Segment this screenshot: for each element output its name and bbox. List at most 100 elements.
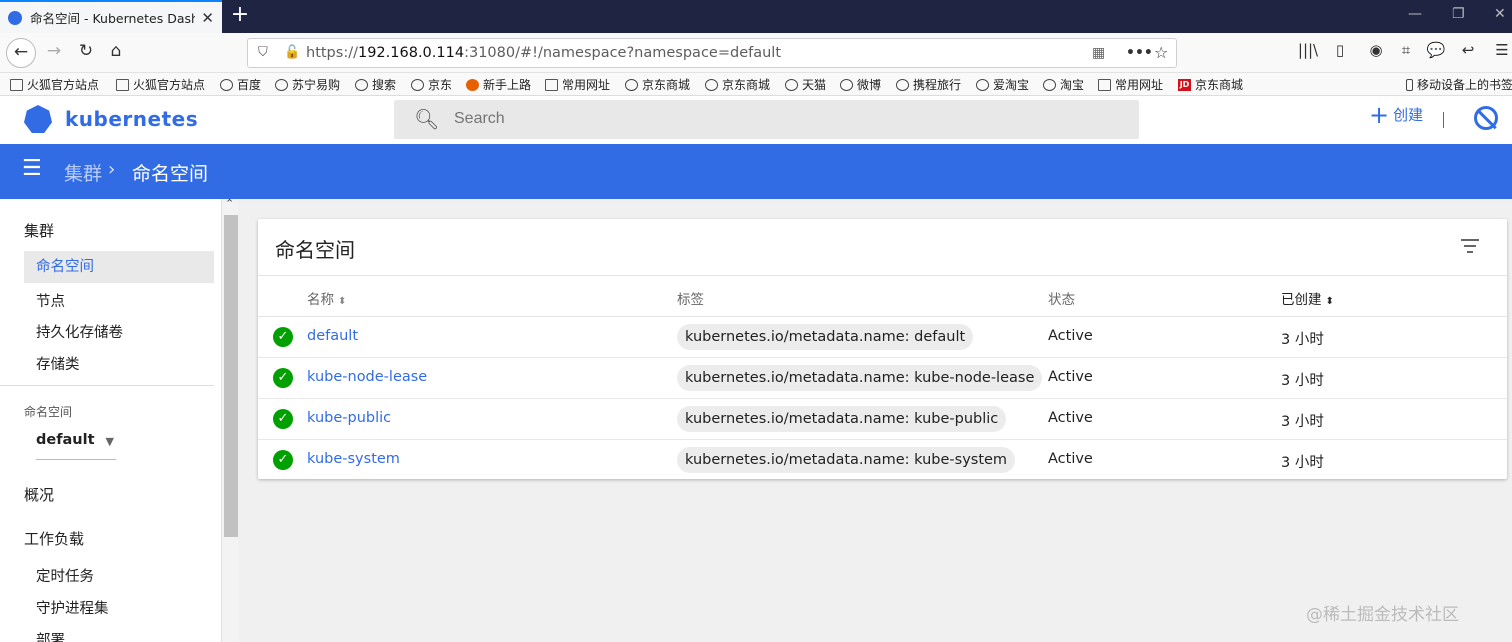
globe-icon [785, 78, 798, 91]
undo-icon[interactable]: ↩ [1456, 41, 1480, 59]
created-age: 3 小时 [1281, 332, 1324, 348]
plus-icon: + [1369, 100, 1390, 129]
back-arrow-icon[interactable]: ← [6, 38, 36, 68]
bookmark-item[interactable]: 京东商城 [625, 76, 690, 93]
library-icon[interactable]: |||\ [1296, 41, 1320, 59]
filter-list-icon[interactable] [1460, 239, 1480, 253]
bookmark-item[interactable]: 常用网址 [1098, 76, 1163, 93]
more-actions-icon[interactable]: ••• [1126, 39, 1153, 67]
globe-icon [275, 78, 288, 91]
table-row[interactable]: ✓ kube-node-lease kubernetes.io/metadata… [258, 358, 1507, 399]
chat-icon[interactable]: 💬 [1424, 41, 1448, 59]
bookmark-item[interactable]: 京东 [411, 76, 452, 93]
scrollbar-thumb[interactable] [224, 215, 238, 537]
qr-code-icon[interactable]: ▦ [1092, 39, 1105, 67]
sidebar-heading-cluster[interactable]: 集群 [24, 220, 54, 241]
minimize-icon[interactable]: — [1408, 6, 1422, 22]
created-age: 3 小时 [1281, 373, 1324, 389]
bookmark-item[interactable]: 京东商城 [705, 76, 770, 93]
sidebar-scrollbar[interactable]: ⌃ [222, 197, 238, 642]
scroll-up-arrow-icon[interactable]: ⌃ [225, 197, 234, 210]
forward-arrow-icon[interactable]: → [42, 41, 66, 61]
column-header-created[interactable]: 已创建 ⬍ [1281, 288, 1334, 308]
sidebar-item-cronjobs[interactable]: 定时任务 [36, 565, 94, 586]
mobile-bookmarks[interactable]: 移动设备上的书签 [1406, 76, 1512, 93]
globe-icon [625, 78, 638, 91]
bookmark-item[interactable]: 火狐官方站点 [10, 76, 99, 93]
logged-out-user-icon[interactable] [1474, 106, 1498, 130]
app-menu-icon[interactable]: ☰ [1490, 41, 1512, 59]
sidebar-item-daemonsets[interactable]: 守护进程集 [36, 597, 109, 618]
bookmarks-bar: 火狐官方站点 火狐官方站点 百度 苏宁易购 搜索 京东 新手上路 常用网址 京东… [0, 73, 1512, 96]
account-icon[interactable]: ◉ [1364, 41, 1388, 59]
firefox-icon [466, 78, 479, 91]
sidebar-item-overview[interactable]: 概况 [24, 484, 54, 505]
url-bar[interactable]: ⛉ 🔓 https://192.168.0.114:31080/#!/names… [247, 38, 1177, 68]
bookmark-item[interactable]: 火狐官方站点 [116, 76, 205, 93]
bookmark-item[interactable]: 天猫 [785, 76, 826, 93]
watermark: @稀土掘金技术社区 [1306, 605, 1459, 625]
column-header-status: 状态 [1048, 292, 1075, 308]
folder-icon [116, 78, 129, 91]
new-tab-plus-icon[interactable]: + [230, 2, 250, 27]
bookmark-item[interactable]: 携程旅行 [896, 76, 961, 93]
hamburger-menu-icon[interactable]: ☰ [22, 156, 42, 181]
bookmark-item[interactable]: 淘宝 [1043, 76, 1084, 93]
bookmark-item[interactable]: 爱淘宝 [976, 76, 1029, 93]
browser-tab-active[interactable]: 命名空间 - Kubernetes Dashb ✕ [0, 0, 222, 33]
search-icon: 🔍︎ [414, 107, 440, 131]
close-tab-icon[interactable]: ✕ [201, 9, 214, 27]
browser-tab-strip: 命名空间 - Kubernetes Dashb ✕ + — ❐ ✕ [0, 0, 1512, 33]
breadcrumb-cluster[interactable]: 集群 [64, 159, 102, 186]
globe-icon [355, 78, 368, 91]
column-header-labels: 标签 [677, 292, 704, 308]
table-row[interactable]: ✓ kube-public kubernetes.io/metadata.nam… [258, 399, 1507, 440]
jd-icon: JD [1178, 78, 1191, 91]
namespace-name-link[interactable]: default [307, 328, 358, 344]
bookmark-item[interactable]: 百度 [220, 76, 261, 93]
bookmark-item[interactable]: JD 京东商城 [1178, 76, 1243, 93]
sort-icon[interactable]: ⬍ [1326, 296, 1334, 307]
logo-text[interactable]: kubernetes [65, 107, 198, 131]
bookmark-item[interactable]: 新手上路 [466, 76, 531, 93]
tab-title: 命名空间 - Kubernetes Dashb [30, 11, 196, 26]
sidebar-item-storage-classes[interactable]: 存储类 [36, 353, 80, 374]
sidebar: 集群 命名空间 节点 持久化存储卷 存储类 命名空间 default ▼ 概况 … [0, 199, 222, 642]
search-box[interactable]: 🔍︎ [394, 100, 1139, 139]
namespace-selector[interactable]: default ▼ [36, 432, 116, 460]
mobile-device-icon [1406, 78, 1413, 91]
bookmark-item[interactable]: 常用网址 [545, 76, 610, 93]
status-text: Active [1048, 369, 1093, 385]
reload-icon[interactable]: ↻ [74, 41, 98, 61]
bookmark-item[interactable]: 苏宁易购 [275, 76, 340, 93]
screenshot-crop-icon[interactable]: ⌗ [1394, 41, 1418, 59]
sidebar-item-namespaces[interactable]: 命名空间 [24, 251, 214, 283]
kubernetes-logo-icon[interactable] [24, 105, 52, 133]
column-header-name[interactable]: 名称 ⬍ [307, 288, 346, 308]
restore-icon[interactable]: ❐ [1452, 6, 1465, 22]
namespace-selected-value: default [36, 432, 95, 448]
create-button[interactable]: + 创建 [1369, 100, 1423, 129]
table-row[interactable]: ✓ default kubernetes.io/metadata.name: d… [258, 317, 1507, 358]
sidebar-item-nodes[interactable]: 节点 [36, 290, 65, 311]
namespace-name-link[interactable]: kube-system [307, 451, 400, 467]
home-icon[interactable]: ⌂ [104, 41, 128, 61]
bookmark-item[interactable]: 搜索 [355, 76, 396, 93]
namespace-name-link[interactable]: kube-public [307, 410, 391, 426]
insecure-lock-icon[interactable]: 🔓 [284, 39, 300, 67]
bookmark-star-icon[interactable]: ☆ [1154, 39, 1168, 67]
sidebar-heading-workloads[interactable]: 工作负载 [24, 528, 84, 549]
close-window-icon[interactable]: ✕ [1494, 6, 1506, 22]
bookmark-item[interactable]: 微博 [840, 76, 881, 93]
globe-icon [411, 78, 424, 91]
sidebar-item-persistent-volumes[interactable]: 持久化存储卷 [36, 321, 123, 342]
table-body: ✓ default kubernetes.io/metadata.name: d… [258, 317, 1507, 479]
shield-icon[interactable]: ⛉ [258, 39, 268, 67]
label-chip: kubernetes.io/metadata.name: kube-node-l… [677, 365, 1043, 391]
sidebar-item-deployments[interactable]: 部署 [36, 629, 65, 642]
table-row[interactable]: ✓ kube-system kubernetes.io/metadata.nam… [258, 440, 1507, 481]
sidebar-toggle-icon[interactable]: ▯ [1328, 41, 1352, 59]
search-input[interactable] [454, 108, 1054, 130]
namespace-name-link[interactable]: kube-node-lease [307, 369, 427, 385]
sort-icon[interactable]: ⬍ [338, 296, 346, 307]
